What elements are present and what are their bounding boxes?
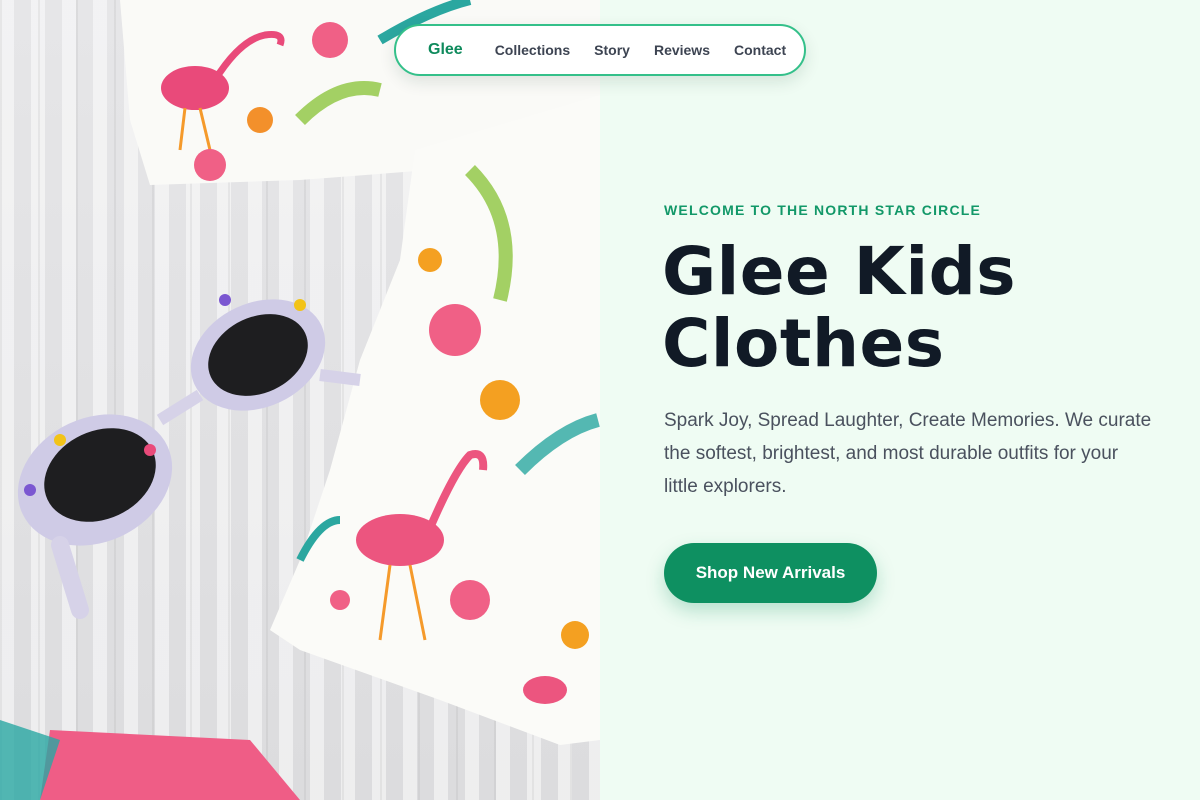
page-title-line-1: Glee Kids <box>662 233 1017 310</box>
shop-new-arrivals-button[interactable]: Shop New Arrivals <box>664 543 877 603</box>
page-title: Glee Kids Clothes <box>662 236 1182 380</box>
nav-link-collections[interactable]: Collections <box>495 42 570 58</box>
nav-links: Collections Story Reviews Contact <box>495 42 786 58</box>
hero-image <box>0 0 600 800</box>
hero-photo-illustration <box>0 0 600 800</box>
hero-eyebrow: WELCOME TO THE NORTH STAR CIRCLE <box>664 202 982 218</box>
page-title-line-2: Clothes <box>662 305 945 382</box>
nav-link-reviews[interactable]: Reviews <box>654 42 710 58</box>
nav-link-story[interactable]: Story <box>594 42 630 58</box>
brand-logo[interactable]: Glee <box>428 41 463 59</box>
main-nav: Glee Collections Story Reviews Contact <box>394 24 806 76</box>
hero-subtitle: Spark Joy, Spread Laughter, Create Memor… <box>664 410 1152 497</box>
hero-text-block: WELCOME TO THE NORTH STAR CIRCLE Glee Ki… <box>600 0 1200 800</box>
nav-link-contact[interactable]: Contact <box>734 42 786 58</box>
